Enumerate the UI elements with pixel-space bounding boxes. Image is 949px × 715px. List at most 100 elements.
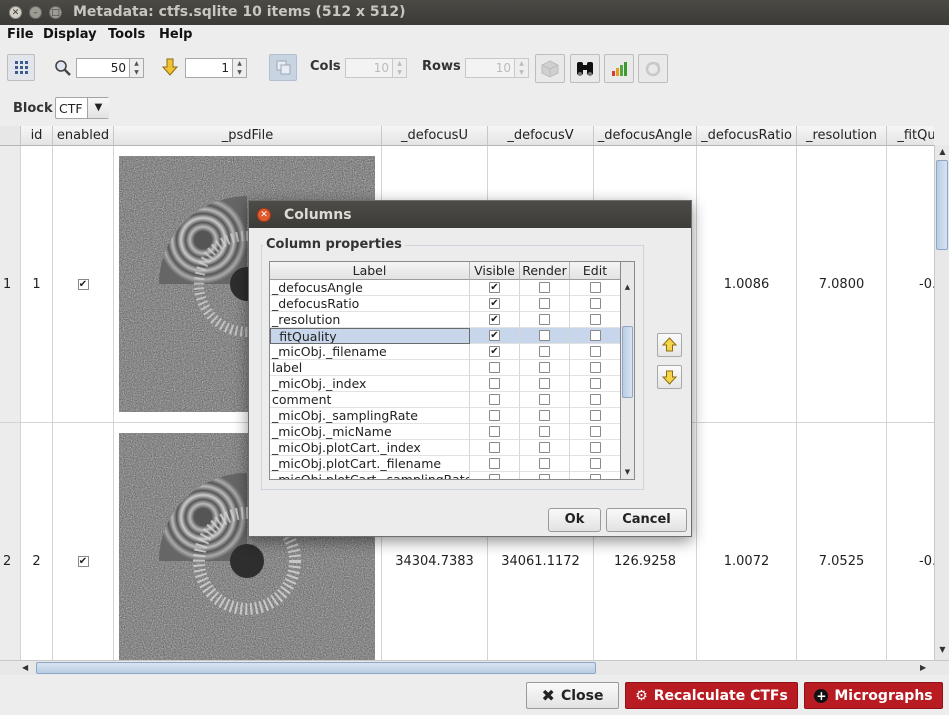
dialog-row-label[interactable]: _micObj._micName (270, 424, 470, 440)
edit-checkbox[interactable] (589, 346, 601, 357)
edit-checkbox[interactable] (589, 426, 601, 437)
visible-checkbox[interactable] (489, 362, 500, 373)
dialog-row-label[interactable]: _micObj.plotCart._filename (270, 456, 470, 472)
horizontal-scroll-thumb[interactable] (36, 662, 596, 674)
move-column-up-button[interactable] (657, 333, 682, 357)
menu-tools[interactable]: Tools (108, 27, 145, 42)
edit-checkbox[interactable] (589, 330, 601, 341)
col-header-defocusangle[interactable]: _defocusAngle (594, 126, 697, 146)
dcol-header-render[interactable]: Render (520, 262, 570, 280)
visible-checkbox[interactable]: ✔ (489, 330, 500, 341)
rows-spinner[interactable]: 10 (465, 58, 515, 78)
scroll-right-icon[interactable]: ▶ (920, 661, 932, 675)
render-checkbox[interactable] (539, 426, 550, 437)
edit-checkbox[interactable] (589, 298, 601, 309)
col-header-id[interactable]: id (21, 126, 53, 146)
micrographs-button[interactable]: + Micrographs (804, 682, 943, 709)
col-header-defocusu[interactable]: _defocusU (382, 126, 488, 146)
visible-checkbox[interactable] (489, 410, 500, 421)
block-select[interactable]: CTF ▼ (55, 97, 109, 119)
dialog-row[interactable]: _micObj._micName (270, 424, 620, 440)
normalize-button[interactable] (269, 54, 297, 81)
dialog-row[interactable]: _defocusRatio ✔ (270, 296, 620, 312)
render-checkbox[interactable] (539, 458, 550, 469)
visible-checkbox[interactable]: ✔ (489, 282, 500, 293)
menu-help[interactable]: Help (159, 27, 192, 42)
row-header-1[interactable]: 1 (0, 146, 21, 423)
render-checkbox[interactable] (539, 282, 550, 293)
edit-checkbox[interactable] (589, 474, 601, 479)
render-checkbox[interactable] (539, 362, 550, 373)
close-window-icon[interactable]: ✕ (9, 6, 22, 19)
dialog-row[interactable]: _fitQuality ✔ (270, 328, 620, 344)
dcol-header-visible[interactable]: Visible (470, 262, 520, 280)
visible-checkbox[interactable] (489, 394, 500, 405)
dcol-header-label[interactable]: Label (270, 262, 470, 280)
col-header-enabled[interactable]: enabled (53, 126, 114, 146)
edit-checkbox[interactable] (589, 458, 601, 469)
edit-checkbox[interactable] (589, 282, 601, 293)
visible-checkbox[interactable] (489, 458, 500, 469)
cols-spinner-arrows[interactable]: ▲ ▼ (393, 58, 407, 78)
zoom-spinner-arrows[interactable]: ▲ ▼ (130, 58, 144, 78)
dialog-row[interactable]: _micObj._index (270, 376, 620, 392)
dialog-scroll-up-icon[interactable]: ▲ (621, 280, 634, 294)
dialog-row-label[interactable]: _defocusAngle (270, 280, 470, 296)
dialog-row-label[interactable]: _resolution (270, 312, 470, 328)
dialog-row-label[interactable]: _micObj.plotCart._index (270, 440, 470, 456)
render-checkbox[interactable] (539, 378, 550, 389)
dialog-row-label[interactable]: _fitQuality (270, 328, 470, 344)
dialog-row-label[interactable]: _micObj._samplingRate (270, 408, 470, 424)
render-checkbox[interactable] (539, 410, 550, 421)
dialog-row[interactable]: label (270, 360, 620, 376)
goto-item-spinner[interactable]: 1 (185, 58, 233, 78)
render-checkbox[interactable] (539, 442, 550, 453)
dcol-header-edit[interactable]: Edit (570, 262, 620, 280)
minimize-window-icon[interactable]: – (29, 6, 42, 19)
visible-checkbox[interactable] (489, 442, 500, 453)
visible-checkbox[interactable] (489, 378, 500, 389)
maximize-window-icon[interactable]: □ (49, 6, 62, 19)
edit-checkbox[interactable] (589, 362, 601, 373)
move-column-down-button[interactable] (657, 365, 682, 389)
visible-checkbox[interactable] (489, 426, 500, 437)
dialog-row[interactable]: _micObj._filename ✔ (270, 344, 620, 360)
gallery-view-button[interactable] (7, 54, 35, 81)
dialog-row-label[interactable]: label (270, 360, 470, 376)
dialog-vertical-scrollbar[interactable]: ▲ ▼ (621, 261, 635, 480)
col-header-defocusratio[interactable]: _defocusRatio (697, 126, 797, 146)
edit-checkbox[interactable] (589, 394, 601, 405)
visible-checkbox[interactable]: ✔ (489, 298, 500, 309)
ok-button[interactable]: Ok (548, 508, 601, 532)
enabled-checkbox-2[interactable]: ✔ (77, 555, 89, 567)
cancel-button[interactable]: Cancel (606, 508, 687, 532)
row-header-2[interactable]: 2 (0, 423, 21, 660)
edit-checkbox[interactable] (589, 314, 601, 325)
dialog-row-label[interactable]: _defocusRatio (270, 296, 470, 312)
col-header-fitquality[interactable]: _fitQu (887, 126, 934, 146)
scroll-up-icon[interactable]: ▲ (936, 145, 949, 159)
scroll-down-icon[interactable]: ▼ (936, 643, 949, 657)
render-checkbox[interactable] (539, 394, 550, 405)
edit-checkbox[interactable] (589, 410, 601, 421)
recalculate-ctfs-button[interactable]: ⚙ Recalculate CTFs (625, 682, 798, 709)
cols-spinner[interactable]: 10 (345, 58, 393, 78)
visible-checkbox[interactable]: ✔ (489, 346, 500, 357)
visible-checkbox[interactable]: ✔ (489, 314, 500, 325)
dialog-scroll-thumb[interactable] (622, 326, 633, 398)
visible-checkbox[interactable] (489, 474, 500, 479)
zoom-spinner[interactable]: 50 (76, 58, 130, 78)
goto-spinner-arrows[interactable]: ▲ ▼ (233, 58, 247, 78)
menu-display[interactable]: Display (43, 27, 97, 42)
dialog-scroll-down-icon[interactable]: ▼ (621, 465, 634, 479)
dialog-row[interactable]: comment (270, 392, 620, 408)
refresh-button[interactable] (638, 54, 668, 83)
dialog-row-label[interactable]: _micObj._filename (270, 344, 470, 360)
dialog-row[interactable]: _micObj._samplingRate (270, 408, 620, 424)
dialog-row-label[interactable]: _micObj._index (270, 376, 470, 392)
render-checkbox[interactable] (539, 330, 550, 341)
dialog-row[interactable]: _micObj.plotCart._filename (270, 456, 620, 472)
render-checkbox[interactable] (539, 474, 550, 479)
vertical-scrollbar[interactable]: ▲ ▼ (934, 145, 949, 660)
chevron-down-icon[interactable]: ▼ (87, 98, 109, 118)
